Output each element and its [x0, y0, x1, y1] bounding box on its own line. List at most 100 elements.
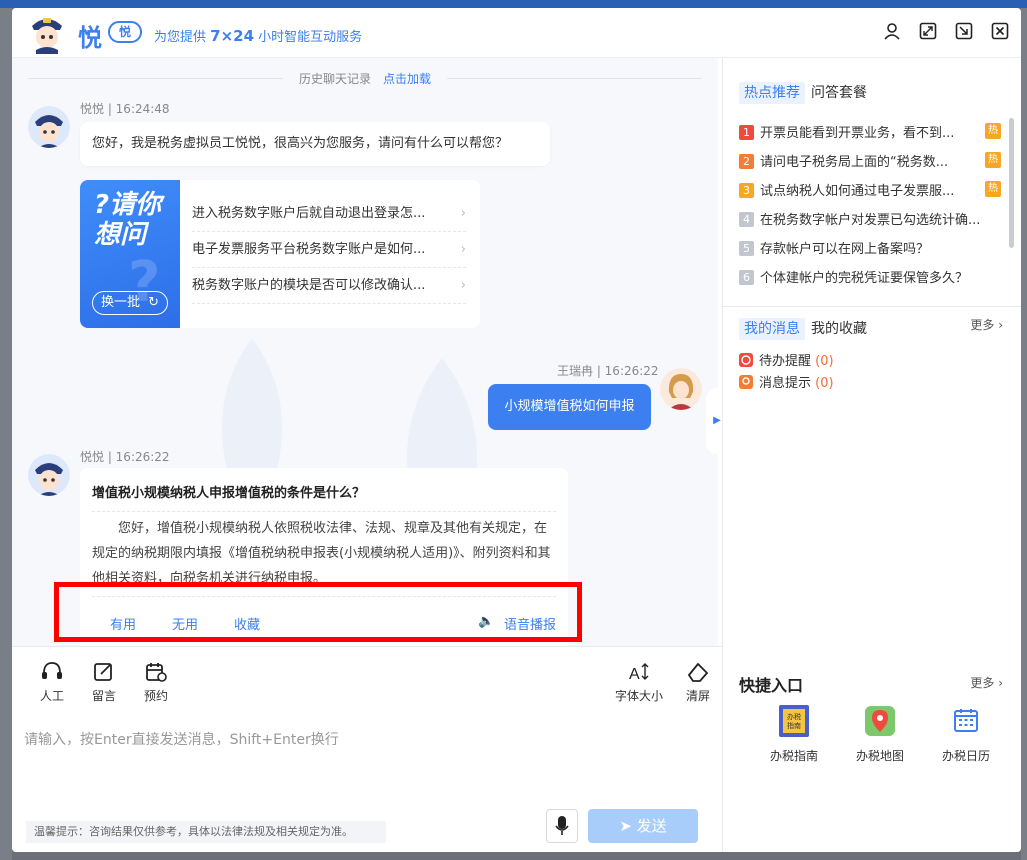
user-avatar: [660, 368, 702, 410]
close-icon[interactable]: [991, 22, 1009, 40]
hot-question-text: 个体建帐户的完税凭证要保管多久？: [760, 271, 969, 286]
more-messages-link[interactable]: 更多 ›: [970, 316, 1003, 333]
refresh-icon: ↻: [148, 295, 159, 310]
suggested-question-text: 税务数字账户的模块是否可以修改确认...: [192, 278, 426, 293]
clear-screen-label: 清屏: [685, 689, 710, 703]
headset-icon: [42, 662, 62, 679]
more-quick-entry-link[interactable]: 更多 ›: [970, 674, 1003, 691]
window-header: 悦 悦 为您提供 7×24 小时智能互动服务: [12, 8, 1021, 58]
more-label: 更多: [970, 318, 995, 332]
map-pin-icon: [865, 706, 895, 736]
tab-qa-package[interactable]: 问答套餐: [811, 85, 867, 101]
panel-divider: [723, 306, 1021, 307]
hot-question-item[interactable]: 5 存款帐户可以在网上备案吗？: [739, 238, 1001, 260]
suggested-question[interactable]: 税务数字账户的模块是否可以修改确认... ›: [192, 268, 466, 304]
slogan-prefix: 为您提供: [154, 30, 211, 45]
tax-guide-icon: 办税指南: [779, 705, 809, 737]
rank-badge: 6: [739, 270, 754, 285]
load-history-link[interactable]: 点击加载: [383, 72, 431, 86]
quick-entry-tax-map[interactable]: 办税地图: [845, 704, 915, 764]
send-button[interactable]: ➤ 发送: [588, 809, 698, 843]
hot-question-item[interactable]: 6 个体建帐户的完税凭证要保管多久？: [739, 267, 1001, 289]
refresh-questions-button[interactable]: 换一批 ↻: [92, 291, 168, 315]
refresh-questions-label: 换一批: [101, 295, 141, 310]
tab-my-messages[interactable]: 我的消息: [739, 318, 805, 340]
tab-hot-recommend[interactable]: 热点推荐: [739, 82, 805, 104]
message-input[interactable]: 请输入，按Enter直接发送消息，Shift+Enter换行: [24, 729, 339, 749]
message-tabs: 我的消息 我的收藏: [739, 318, 867, 340]
notice-item[interactable]: 消息提示 (0): [739, 372, 834, 391]
quick-entry-title: 快捷入口: [739, 676, 804, 695]
scrollbar[interactable]: [1009, 118, 1014, 248]
rank-badge: 5: [739, 241, 754, 256]
leave-message-label: 留言: [91, 689, 116, 703]
voice-input-button[interactable]: [546, 809, 578, 843]
suggested-question[interactable]: 进入税务数字账户后就自动退出登录怎... ›: [192, 196, 466, 232]
rank-badge: 1: [739, 125, 754, 140]
chevron-right-icon: ›: [460, 206, 466, 221]
expand-icon[interactable]: [919, 22, 937, 40]
suggested-card-title-line2: 想问: [94, 220, 147, 250]
input-area: 人工 留言 预约 A 字体大小 清屏 请输入，按Enter直接发送消息，Shif…: [12, 646, 722, 852]
eraser-icon: [687, 662, 709, 682]
quick-entry-tax-guide[interactable]: 办税 指南 办税指南: [759, 704, 829, 764]
font-size-label: 字体大小: [614, 689, 663, 703]
user-icon[interactable]: [883, 22, 901, 40]
hot-question-item[interactable]: 4 在税务数字帐户对发票已勾选统计确...: [739, 209, 1001, 231]
chevron-right-icon: ›: [460, 278, 466, 293]
rank-badge: 2: [739, 154, 754, 169]
bot-message-meta: 悦悦 | 16:24:48: [80, 102, 170, 116]
answer-title: 增值税小规模纳税人申报增值税的条件是什么？: [92, 482, 556, 512]
hot-question-text: 请问电子税务局上面的“税务数...: [760, 155, 949, 170]
background-overlay: [0, 8, 12, 860]
suggested-question[interactable]: 电子发票服务平台税务数字账户是如何... ›: [192, 232, 466, 268]
tax-guide-badge-line1: 办税: [787, 712, 801, 721]
suggested-card-banner: ?请你 想问 ? 换一批 ↻: [80, 180, 180, 328]
alarm-icon: [739, 353, 753, 367]
right-panel: 热点推荐 问答套餐 1 开票员能看到开票业务，看不到... 热 2 请问电子税务局上面的…: [723, 58, 1021, 852]
bot-message-meta: 悦悦 | 16:26:22: [80, 450, 170, 464]
tab-my-favorites[interactable]: 我的收藏: [811, 321, 867, 337]
rank-badge: 4: [739, 212, 754, 227]
clear-screen-button[interactable]: 清屏: [678, 661, 718, 704]
hot-question-item[interactable]: 2 请问电子税务局上面的“税务数... 热: [739, 151, 1001, 173]
chat-window: 悦 悦 为您提供 7×24 小时智能互动服务 历史聊天记录 点击加载 悦悦 | 1…: [12, 8, 1021, 852]
background-overlay: [1021, 8, 1027, 860]
appointment-label: 预约: [143, 689, 168, 703]
history-divider: 历史聊天记录 点击加载: [12, 70, 718, 87]
background-top-strip: [0, 0, 1027, 8]
send-label: 发送: [636, 817, 667, 835]
leave-message-button[interactable]: 留言: [84, 661, 124, 704]
hot-badge: 热: [985, 181, 1001, 197]
hot-question-item[interactable]: 3 试点纳税人如何通过电子发票服... 热: [739, 180, 1001, 202]
calendar-icon: [954, 709, 978, 732]
minimize-icon[interactable]: [955, 22, 973, 40]
bot-avatar: [28, 106, 70, 148]
suggested-card-title-line1: ?请你: [94, 190, 162, 220]
suggested-questions-card: ?请你 想问 ? 换一批 ↻ 进入税务数字账户后就自动退出登录怎... › 电子发票服…: [80, 180, 480, 328]
chat-history[interactable]: 历史聊天记录 点击加载 悦悦 | 16:24:48 您好，我是税务虚拟员工悦悦，很…: [12, 58, 718, 658]
human-agent-label: 人工: [39, 689, 64, 703]
appointment-button[interactable]: 预约: [136, 661, 176, 704]
notice-label: 消息提示: [759, 376, 812, 391]
hot-question-text: 试点纳税人如何通过电子发票服...: [760, 184, 955, 199]
hot-question-item[interactable]: 1 开票员能看到开票业务，看不到... 热: [739, 122, 1001, 144]
chevron-right-icon: ›: [460, 242, 466, 257]
quick-entry-label: 办税地图: [855, 749, 904, 763]
quick-entry-tax-calendar[interactable]: 办税日历: [931, 704, 1001, 764]
more-label: 更多: [970, 676, 995, 690]
suggested-question-text: 进入税务数字账户后就自动退出登录怎...: [192, 206, 426, 221]
answer-body: 您好，增值税小规模纳税人依照税收法律、法规、规章及其他有关规定，在规定的纳税期限…: [92, 521, 551, 586]
font-size-button[interactable]: A 字体大小: [612, 661, 666, 704]
window-controls: [883, 22, 1009, 40]
send-icon: ➤: [619, 817, 637, 835]
history-label: 历史聊天记录: [298, 72, 371, 86]
rank-badge: 3: [739, 183, 754, 198]
todo-reminder-item[interactable]: 待办提醒 (0): [739, 350, 834, 369]
suggested-card-title: ?请你 想问: [94, 190, 161, 250]
hot-question-text: 开票员能看到开票业务，看不到...: [760, 126, 955, 141]
logo-badge: 悦: [108, 21, 142, 43]
human-agent-button[interactable]: 人工: [32, 661, 72, 704]
todo-label: 待办提醒: [759, 354, 812, 369]
disclaimer-tip: 温馨提示：咨询结果仅供参考，具体以法律法规及相关规定为准。: [26, 821, 386, 843]
